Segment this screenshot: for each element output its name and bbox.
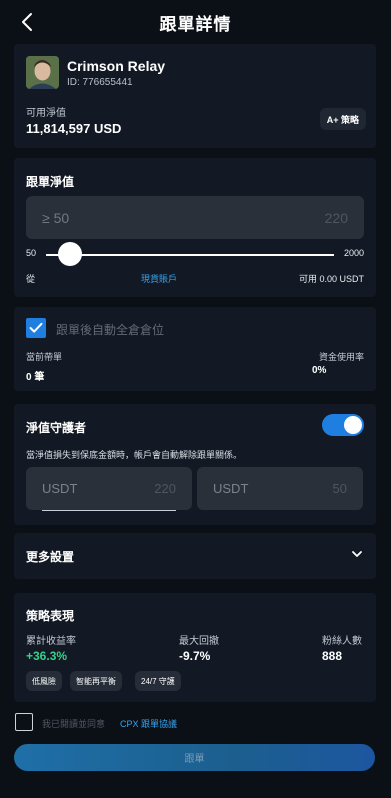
guardian-input-1-underline [42, 510, 176, 511]
guardian-input-2-value: 50 [332, 481, 347, 496]
positions-card: 跟單後自動全倉倉位 當前帶單 0 筆 資金使用率 0% [14, 307, 376, 391]
avatar-image-icon [26, 56, 59, 89]
tag-24-7-guard: 24/7 守護 [135, 671, 181, 691]
agreement-text: 我已閱讀並同意 [42, 719, 106, 729]
performance-title: 策略表現 [26, 609, 75, 623]
copy-amount-placeholder: ≥ 50 [42, 209, 70, 226]
toggle-knob [344, 416, 362, 434]
guardian-input-2[interactable]: USDT 50 [197, 467, 363, 510]
amount-slider-thumb[interactable] [58, 242, 82, 266]
tag-smart-rebalance: 智能再平衡 [70, 671, 122, 691]
copy-equity-card: 跟單淨值 ≥ 50 220 50 2000 從 現貨賬戶 可用 0.00 USD… [14, 158, 376, 297]
amount-slider-track[interactable] [46, 254, 334, 256]
utilization-label: 資金使用率 [318, 352, 364, 362]
followers-label: 粉絲人數 [322, 636, 362, 647]
tag-low-risk: 低風險 [26, 671, 62, 691]
checkmark-icon [29, 322, 43, 333]
equity-value: 11,814,597 USD [26, 121, 122, 136]
avatar [26, 56, 59, 89]
available-balance: 可用 0.00 USDT [298, 274, 364, 284]
drawdown-value: -9.7% [179, 649, 211, 663]
more-settings-row[interactable]: 更多設置 [14, 533, 376, 579]
performance-card: 策略表現 累計收益率 +36.3% 最大回撤 -9.7% 粉絲人數 888 低風… [14, 593, 376, 702]
current-copy-value: 0 筆 [26, 372, 45, 383]
more-settings-label: 更多設置 [26, 550, 75, 564]
guardian-input-1[interactable]: USDT 220 [26, 467, 192, 510]
guardian-input-2-unit: USDT [213, 481, 249, 496]
trader-name: Crimson Relay [67, 58, 166, 74]
auto-close-checkbox[interactable] [26, 318, 46, 338]
copy-amount-input[interactable]: ≥ 50 220 [26, 196, 364, 239]
drawdown-label: 最大回撤 [179, 636, 219, 647]
return-label: 累計收益率 [26, 636, 76, 647]
guardian-toggle[interactable] [322, 414, 364, 436]
page-title: 跟單詳情 [159, 14, 232, 34]
header: 跟單詳情 [0, 0, 391, 44]
guardian-title: 淨值守護者 [26, 421, 87, 435]
equity-label: 可用淨值 [26, 108, 66, 119]
chevron-down-icon [352, 551, 362, 557]
strategy-badge[interactable]: A+ 策略 [319, 108, 366, 130]
copy-equity-title: 跟單淨值 [26, 175, 75, 189]
agreement-link[interactable]: CPX 跟單協議 [120, 717, 177, 730]
agreement-checkbox[interactable] [15, 713, 33, 731]
copy-amount-max: 220 [324, 209, 348, 226]
followers-value: 888 [322, 649, 343, 663]
guardian-input-1-unit: USDT [42, 481, 78, 496]
slider-min-label: 50 [26, 248, 37, 258]
back-button[interactable] [14, 9, 40, 35]
trader-card: Crimson Relay ID: 776655441 可用淨值 11,814,… [14, 44, 376, 148]
return-value: +36.3% [26, 649, 68, 663]
current-copy-label: 當前帶單 [26, 352, 63, 362]
from-label: 從 [26, 274, 36, 284]
slider-max-label: 2000 [343, 248, 364, 258]
guardian-card: 淨值守護者 當淨值損失到保底金額時，帳戶會自動解除跟單關係。 USDT 220 … [14, 404, 376, 525]
guardian-description: 當淨值損失到保底金額時，帳戶會自動解除跟單關係。 [26, 450, 243, 460]
utilization-value: 0% [312, 365, 327, 376]
trader-id: ID: 776655441 [67, 77, 133, 88]
chevron-left-icon [22, 13, 32, 31]
guardian-input-1-value: 220 [154, 481, 176, 496]
auto-close-label: 跟單後自動全倉倉位 [56, 323, 165, 337]
spot-account-link[interactable]: 現貨賬戶 [141, 272, 177, 285]
follow-button[interactable]: 跟單 [14, 744, 375, 771]
